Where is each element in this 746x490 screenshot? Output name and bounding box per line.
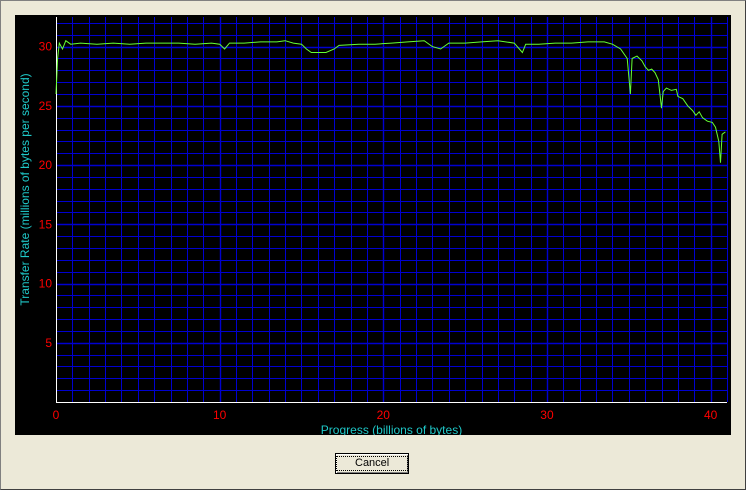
y-tick-label: 25 [39,99,53,113]
x-tick-label: 0 [53,408,60,422]
y-tick-label: 15 [39,217,53,231]
y-axis-label: Transfer Rate (millions of bytes per sec… [18,73,32,305]
x-tick-label: 30 [540,408,554,422]
cancel-button-label: Cancel [336,456,409,471]
y-tick-label: 20 [39,158,53,172]
x-tick-label: 10 [213,408,227,422]
plot-area [56,17,727,402]
chart-canvas: 0 10 20 30 40 5 10 15 20 25 30 Progress (billions … [18,17,728,435]
x-axis-label: Progress (billions of bytes) [321,423,462,435]
y-tick-label: 10 [39,277,53,291]
x-tick-label: 20 [377,408,391,422]
y-tick-label: 5 [45,336,52,350]
transfer-rate-chart: 0 10 20 30 40 5 10 15 20 25 30 Progress (billions … [15,15,731,435]
cancel-button[interactable]: Cancel [335,453,409,474]
y-tick-label: 30 [39,40,53,54]
x-tick-label: 40 [704,408,718,422]
